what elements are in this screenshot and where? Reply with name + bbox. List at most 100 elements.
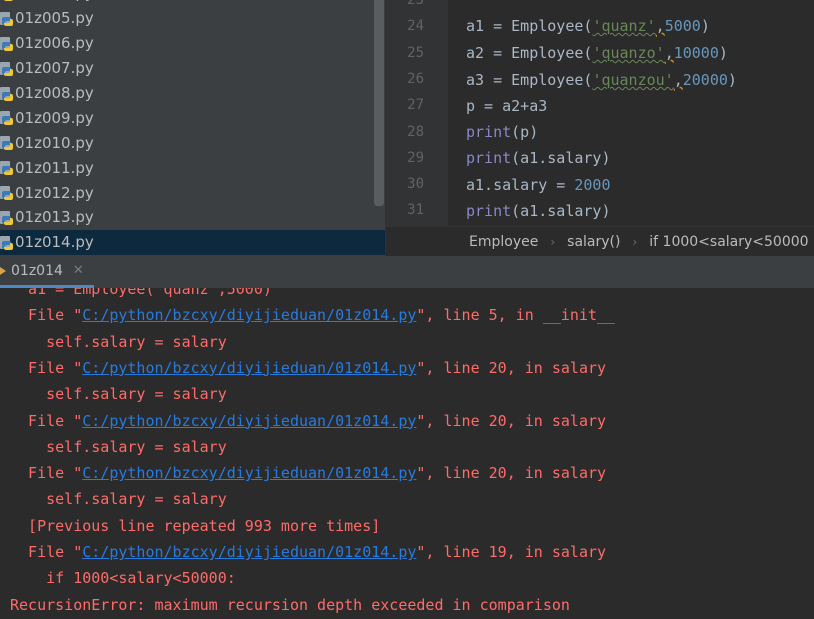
- number-literal: 20000: [682, 71, 728, 89]
- file-item[interactable]: 01z010.py: [0, 130, 386, 155]
- console-line: a1 = Employee('quanz',5000): [10, 288, 272, 298]
- code-text: ,: [664, 44, 674, 62]
- file-list: 01z004.py 01z005.py 01z006.py 01z007.py 01z0…: [0, 0, 386, 255]
- run-tab-label: 01z014: [11, 262, 63, 279]
- file-name: 01z007.py: [15, 59, 94, 78]
- python-file-icon: [0, 111, 13, 126]
- code-text: a2 = Employee(: [466, 44, 593, 62]
- traceback-prefix: File ": [10, 358, 83, 377]
- python-file-icon: [0, 210, 13, 225]
- code-text: ): [700, 17, 710, 35]
- file-item[interactable]: 01z007.py: [0, 56, 386, 81]
- python-file-icon: [0, 136, 13, 151]
- code-text: a3 = Employee(: [466, 71, 593, 89]
- traceback-suffix: ", line 19, in salary: [416, 543, 607, 561]
- code-text: (a1.salary): [511, 202, 611, 220]
- file-name: 01z014.py: [15, 233, 94, 252]
- traceback-prefix: File ": [10, 306, 83, 325]
- console-line: self.salary = salary: [10, 385, 227, 404]
- python-file-icon: [0, 186, 13, 201]
- breadcrumb-statement[interactable]: if 1000<salary<50000: [649, 234, 808, 250]
- file-item[interactable]: 01z005.py: [0, 6, 386, 31]
- code-text: p = a2+a3: [466, 97, 548, 115]
- file-name: 01z013.py: [15, 208, 94, 227]
- line-number: 23: [407, 0, 424, 8]
- code-text: ,: [655, 17, 665, 35]
- console-line: self.salary = salary: [10, 437, 227, 456]
- code-line-24[interactable]: a1 = Employee('quanz',5000): [466, 13, 710, 39]
- traceback-suffix: ", line 20, in salary: [416, 411, 607, 430]
- close-icon[interactable]: ✕: [73, 263, 84, 278]
- traceback-prefix: File ": [10, 543, 83, 561]
- chevron-right-icon: ›: [550, 235, 556, 249]
- console-line: if 1000<salary<50000:: [10, 569, 236, 588]
- number-literal: 5000: [664, 17, 701, 35]
- tree-scrollbar[interactable]: [374, 0, 384, 206]
- project-tree: 01z004.py 01z005.py 01z006.py 01z007.py 01z0…: [0, 0, 386, 256]
- file-name: 01z010.py: [15, 133, 94, 152]
- file-path-link[interactable]: C:/python/bzcxy/diyijieduan/01z014.py: [82, 359, 416, 377]
- file-name: 01z011.py: [15, 158, 94, 177]
- python-file-icon: [0, 86, 13, 101]
- line-number: 31: [407, 202, 424, 219]
- file-item[interactable]: 01z011.py: [0, 155, 386, 180]
- file-item[interactable]: 01z006.py: [0, 31, 386, 56]
- python-file-icon: [0, 61, 13, 76]
- file-item[interactable]: 01z014.py: [0, 229, 386, 255]
- file-path-link[interactable]: C:/python/bzcxy/diyijieduan/01z014.py: [82, 306, 416, 324]
- python-file-icon: [0, 235, 13, 250]
- run-tab[interactable]: 01z014 ✕: [0, 256, 94, 288]
- code-line-31[interactable]: print(a1.salary): [466, 198, 611, 224]
- number-literal: 10000: [673, 44, 719, 62]
- code-line-26[interactable]: a3 = Employee('quanzou',20000): [466, 67, 737, 93]
- run-tab-bar: 01z014 ✕: [0, 256, 814, 289]
- console-line: self.salary = salary: [10, 332, 227, 351]
- line-number: 26: [407, 70, 424, 87]
- builtin-keyword: print: [466, 149, 512, 167]
- breadcrumb-method[interactable]: salary(): [567, 234, 620, 250]
- string-literal: 'quanz': [592, 17, 656, 35]
- traceback-suffix: ", line 20, in salary: [416, 464, 607, 483]
- code-text: ,: [673, 71, 683, 89]
- file-item[interactable]: 01z013.py: [0, 205, 386, 230]
- file-name: 01z009.py: [15, 108, 94, 127]
- file-path-link[interactable]: C:/python/bzcxy/diyijieduan/01z014.py: [82, 412, 416, 430]
- code-line-25[interactable]: a2 = Employee('quanzo',10000): [466, 40, 728, 66]
- file-name: 01z005.py: [15, 9, 94, 28]
- traceback-file-line: File "C:/python/bzcxy/diyijieduan/01z014…: [10, 460, 606, 486]
- file-item[interactable]: 01z008.py: [0, 81, 386, 106]
- breadcrumb-class[interactable]: Employee: [469, 234, 538, 250]
- file-item[interactable]: 01z009.py: [0, 105, 386, 130]
- file-path-link[interactable]: C:/python/bzcxy/diyijieduan/01z014.py: [82, 543, 416, 561]
- run-console[interactable]: a1 = Employee('quanz',5000) File "C:/pyt…: [0, 288, 814, 619]
- traceback-file-line: File "C:/python/bzcxy/diyijieduan/01z014…: [10, 302, 615, 328]
- traceback-suffix: ", line 5, in __init__: [416, 306, 616, 325]
- traceback-file-line: File "C:/python/bzcxy/diyijieduan/01z014…: [10, 539, 606, 565]
- traceback-prefix: File ": [10, 464, 83, 483]
- number-literal: 2000: [574, 176, 611, 194]
- console-line: RecursionError: maximum recursion depth …: [10, 595, 570, 614]
- console-line: self.salary = salary: [10, 490, 227, 509]
- code-line-27[interactable]: p = a2+a3: [466, 93, 547, 119]
- string-literal: 'quanzo': [592, 44, 665, 62]
- file-name: 01z006.py: [15, 34, 94, 53]
- python-file-icon: [0, 161, 13, 176]
- code-text: (a1.salary): [511, 149, 611, 167]
- builtin-keyword: print: [466, 202, 512, 220]
- line-number: 29: [407, 149, 424, 166]
- code-line-30[interactable]: a1.salary = 2000: [466, 172, 611, 198]
- line-gutter: 23 24 25 26 27 28 29 30 31: [386, 0, 448, 226]
- file-name: 01z008.py: [15, 84, 94, 102]
- file-item[interactable]: 01z012.py: [0, 180, 386, 205]
- code-line-29[interactable]: print(a1.salary): [466, 145, 611, 171]
- python-file-icon: [0, 11, 13, 26]
- code-line-28[interactable]: print(p): [466, 119, 538, 145]
- line-number: 27: [407, 97, 424, 114]
- code-editor[interactable]: 23 24 25 26 27 28 29 30 31 a1 = Employee('quanz'…: [386, 0, 814, 256]
- code-text: ): [727, 71, 737, 89]
- code-text: (p): [511, 123, 539, 141]
- line-number: 25: [407, 44, 424, 61]
- traceback-file-line: File "C:/python/bzcxy/diyijieduan/01z014…: [10, 355, 606, 381]
- breadcrumb: Employee › salary() › if 1000<salary<500…: [386, 226, 814, 256]
- file-path-link[interactable]: C:/python/bzcxy/diyijieduan/01z014.py: [82, 464, 416, 482]
